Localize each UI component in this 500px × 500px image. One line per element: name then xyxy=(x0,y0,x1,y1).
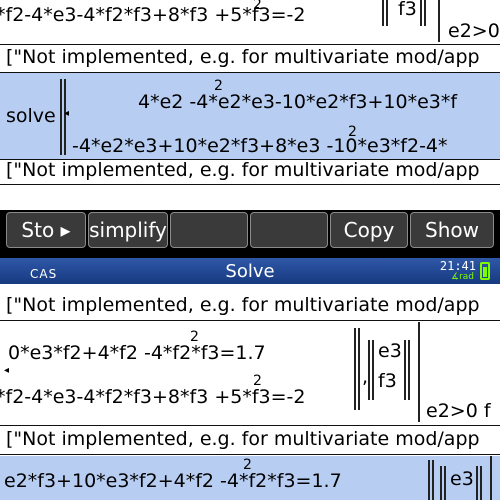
result-line[interactable]: ["Not implemented, e.g. for multivariate… xyxy=(6,296,480,315)
angle-mode-indicator: ∡rad xyxy=(451,272,474,282)
equation-line-1: e2*f3+10*e3*f2+4*f2 -4*f2*f3=1.7 xyxy=(4,470,342,492)
selected-history-entry[interactable]: solve ◂ 4*e2 -4*e2*e3-10*e2*f3+10*e3*f 2… xyxy=(0,73,500,159)
vector-bracket xyxy=(368,340,374,400)
equation-line-2: -4*e2*e3+10*e2*f3+8*e3 -10*e3*f2-4* xyxy=(72,135,448,157)
selected-history-entry[interactable]: e2*f3+10*e3*f2+4*f2 -4*f2*f3=1.7 2 e3 xyxy=(0,456,500,500)
battery-icon xyxy=(480,262,490,280)
variable-e3: e3 xyxy=(450,468,474,490)
matrix-bracket xyxy=(354,328,360,410)
equation-line-1: 4*e2 -4*e2*e3-10*e2*f3+10*e3*f xyxy=(138,91,458,113)
softkey-empty-4[interactable] xyxy=(250,212,328,248)
clock: 21:41 xyxy=(439,259,476,273)
vector-bracket xyxy=(404,340,410,400)
equation-line-1: 0*e3*f2+4*f2 -4*f2*f3=1.7 xyxy=(8,342,266,364)
exponent: 2 xyxy=(253,0,262,13)
condition: e2>0 f xyxy=(448,20,500,42)
softkey-empty-3[interactable] xyxy=(170,212,248,248)
result-line[interactable]: ["Not implemented, e.g. for multivariate… xyxy=(6,161,480,180)
app-title: Solve xyxy=(225,261,275,282)
simplify-button[interactable]: simplify xyxy=(88,212,168,248)
screen-divider xyxy=(0,250,500,258)
variable-e3: e3 xyxy=(378,340,402,362)
history-pane-bottom[interactable]: ["Not implemented, e.g. for multivariate… xyxy=(0,284,500,500)
history-pane-top[interactable]: *f2-4*e3-4*f2*f3+8*f3 +5*f3=-2 2 f3 e2>0… xyxy=(0,0,500,210)
scroll-left-icon: ◂ xyxy=(4,365,10,376)
condition: e2>0 f xyxy=(426,400,491,422)
bracket xyxy=(438,0,440,42)
matrix-bracket xyxy=(382,0,388,26)
equation-line-2: *f2-4*e3-4*f2*f3+8*f3 +5*f3=-2 xyxy=(0,386,306,408)
vector-bracket xyxy=(476,466,482,500)
exponent: 2 xyxy=(253,373,262,389)
bracket xyxy=(418,322,420,422)
variable-f3: f3 xyxy=(378,370,397,392)
title-bar: CAS Solve 21:41 ∡rad xyxy=(0,258,500,284)
separator xyxy=(0,44,500,45)
result-line[interactable]: ["Not implemented, e.g. for multivariate… xyxy=(6,430,480,449)
sto-button[interactable]: Sto ▸ xyxy=(6,212,86,248)
separator xyxy=(0,184,500,185)
exponent: 2 xyxy=(214,78,223,94)
softkey-menu: Sto ▸ simplify Copy Show xyxy=(0,210,500,250)
separator xyxy=(0,454,500,455)
separator xyxy=(0,320,500,321)
exponent: 2 xyxy=(243,457,252,473)
exponent: 2 xyxy=(348,124,357,140)
vector-bracket xyxy=(440,466,446,500)
matrix-bracket xyxy=(428,460,434,500)
scroll-left-icon: ◂ xyxy=(64,108,70,119)
copy-button[interactable]: Copy xyxy=(330,212,408,248)
show-button[interactable]: Show xyxy=(410,212,494,248)
solve-command: solve xyxy=(6,105,56,127)
bracket xyxy=(490,456,492,500)
separator xyxy=(0,425,500,426)
result-line[interactable]: ["Not implemented, e.g. for multivariate… xyxy=(6,48,480,67)
matrix-bracket xyxy=(420,0,426,26)
variable-f3: f3 xyxy=(398,0,417,20)
exponent: 2 xyxy=(190,329,199,345)
